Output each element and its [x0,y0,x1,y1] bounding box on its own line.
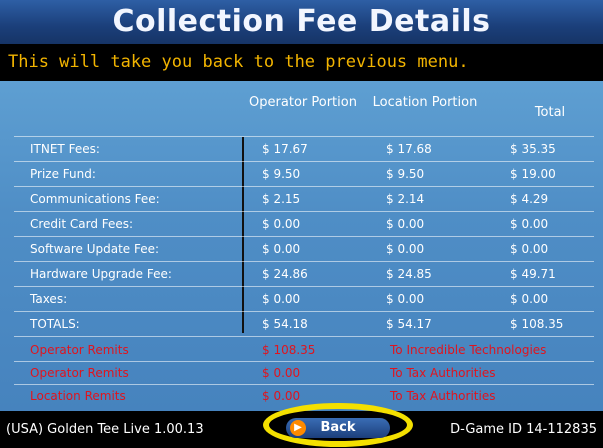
table-row: ITNET Fees: $ 17.67 $ 17.68 $ 35.35 [0,137,603,161]
remit-amount: $ 108.35 [262,343,316,357]
remit-recipient: To Tax Authorities [390,366,496,380]
total-value: $ 19.00 [510,167,556,181]
operator-value: $ 9.50 [262,167,301,181]
table-row: Software Update Fee: $ 0.00 $ 0.00 $ 0.0… [0,237,603,261]
table-row: Communications Fee: $ 2.15 $ 2.14 $ 4.29 [0,187,603,211]
total-value: $ 49.71 [510,267,556,281]
operator-value: $ 17.67 [262,142,308,156]
remit-row: Operator Remits $ 108.35 To Incredible T… [0,339,603,361]
total-value: $ 0.00 [510,242,549,256]
location-value: $ 9.50 [386,167,425,181]
back-button[interactable]: ▶ Back [286,418,390,438]
row-label: Hardware Upgrade Fee: [30,267,172,281]
arrow-right-icon: ▶ [290,420,306,436]
total-value: $ 35.35 [510,142,556,156]
location-value: $ 0.00 [386,242,425,256]
remit-row: Location Remits $ 0.00 To Tax Authoritie… [0,385,603,407]
operator-value: $ 0.00 [262,292,301,306]
remit-who: Operator Remits [30,343,129,357]
table-row: Hardware Upgrade Fee: $ 24.86 $ 24.85 $ … [0,262,603,286]
operator-value: $ 0.00 [262,217,301,231]
location-value: $ 0.00 [386,217,425,231]
game-id-text: D-Game ID 14-112835 [450,422,597,437]
operator-value: $ 2.15 [262,192,301,206]
row-label: Taxes: [30,292,68,306]
row-label: Communications Fee: [30,192,160,206]
back-button-label: Back [320,420,356,435]
remit-who: Operator Remits [30,366,129,380]
remit-who: Location Remits [30,389,126,403]
table-row: Taxes: $ 0.00 $ 0.00 $ 0.00 [0,287,603,311]
remit-amount: $ 0.00 [262,389,301,403]
table-row: Credit Card Fees: $ 0.00 $ 0.00 $ 0.00 [0,212,603,236]
row-divider [14,336,594,337]
remit-recipient: To Tax Authorities [390,389,496,403]
operator-value: $ 54.18 [262,317,308,331]
location-value: $ 0.00 [386,292,425,306]
table-row: Prize Fund: $ 9.50 $ 9.50 $ 19.00 [0,162,603,186]
row-label: Prize Fund: [30,167,96,181]
total-value: $ 108.35 [510,317,564,331]
location-value: $ 17.68 [386,142,432,156]
location-value: $ 2.14 [386,192,425,206]
row-label: Software Update Fee: [30,242,160,256]
instruction-text: This will take you back to the previous … [0,44,603,81]
total-value: $ 4.29 [510,192,549,206]
remit-row: Operator Remits $ 0.00 To Tax Authoritie… [0,362,603,384]
location-value: $ 54.17 [386,317,432,331]
collection-fee-screen: Collection Fee Details This will take yo… [0,0,603,448]
remit-recipient: To Incredible Technologies [390,343,547,357]
title-bar: Collection Fee Details [0,0,603,44]
row-label: Credit Card Fees: [30,217,134,231]
remit-amount: $ 0.00 [262,366,301,380]
operator-value: $ 24.86 [262,267,308,281]
row-label: TOTALS: [30,317,80,331]
page-title: Collection Fee Details [112,4,491,39]
row-label: ITNET Fees: [30,142,100,156]
version-text: (USA) Golden Tee Live 1.00.13 [6,422,204,437]
operator-value: $ 0.00 [262,242,301,256]
location-value: $ 24.85 [386,267,432,281]
totals-row: TOTALS: $ 54.18 $ 54.17 $ 108.35 [0,312,603,336]
total-value: $ 0.00 [510,217,549,231]
total-value: $ 0.00 [510,292,549,306]
